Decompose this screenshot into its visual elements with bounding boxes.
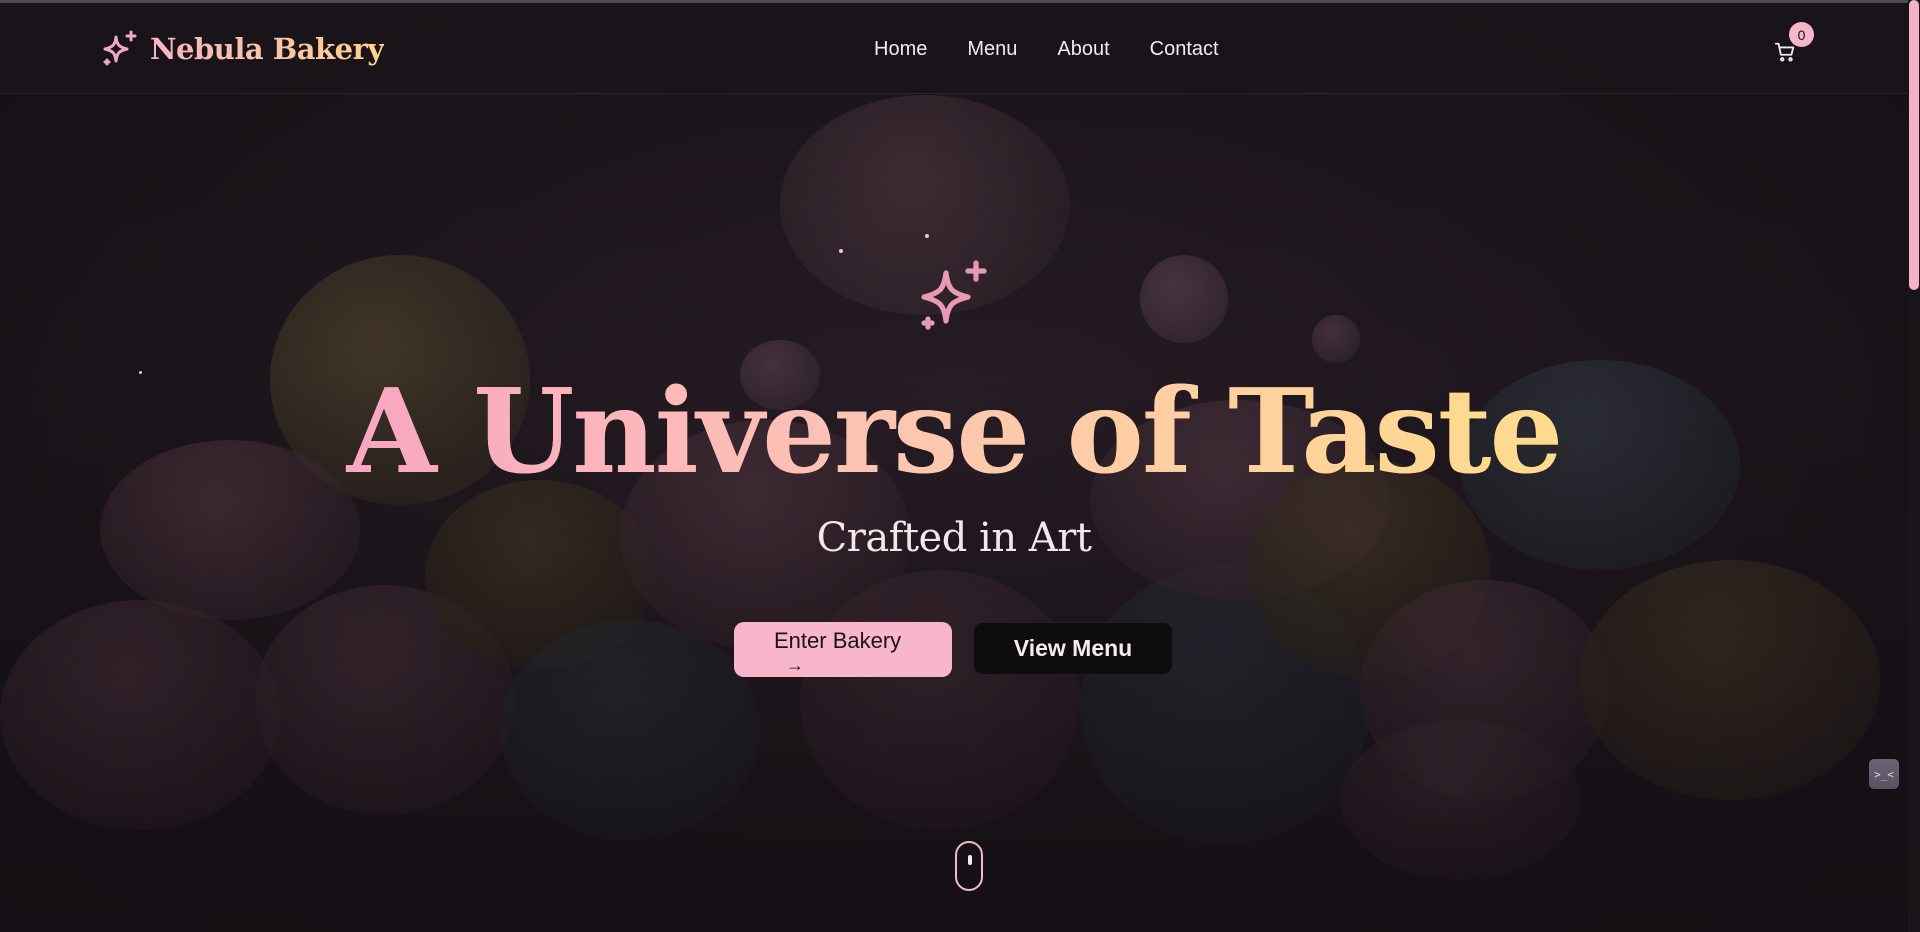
hero-subtitle: Crafted in Art xyxy=(816,515,1092,561)
scrollbar-thumb[interactable] xyxy=(1909,0,1919,290)
enter-bakery-button[interactable]: Enter Bakery → xyxy=(734,622,952,677)
hero-sparkles-icon xyxy=(914,257,994,342)
nav-link-contact[interactable]: Contact xyxy=(1150,38,1219,61)
mouse-icon xyxy=(968,855,972,865)
navbar: Nebula Bakery Home Menu About Contact 0 xyxy=(0,3,1908,94)
brand-name: Nebula Bakery xyxy=(150,32,384,66)
enter-bakery-label: Enter Bakery xyxy=(774,628,902,653)
nav-link-about[interactable]: About xyxy=(1057,38,1109,61)
brand-logo[interactable]: Nebula Bakery xyxy=(100,29,384,69)
arrow-right-icon: → xyxy=(786,655,804,675)
cart-button[interactable] xyxy=(1774,41,1796,63)
hero-title: A Universe of Taste xyxy=(0,368,1908,496)
cart-icon xyxy=(1774,42,1795,62)
hero-title-text: A Universe of Taste xyxy=(346,364,1563,500)
terminal-icon[interactable]: >_< xyxy=(1869,759,1899,789)
sparkles-icon xyxy=(100,29,140,69)
view-menu-button[interactable]: View Menu xyxy=(973,622,1173,675)
nav-link-home[interactable]: Home xyxy=(874,38,927,61)
main-nav: Home Menu About Contact xyxy=(874,38,1219,61)
nav-link-menu[interactable]: Menu xyxy=(967,38,1017,61)
sparkle-dot xyxy=(839,249,843,253)
cart-count-badge: 0 xyxy=(1789,22,1814,47)
scroll-indicator[interactable] xyxy=(955,841,983,891)
sparkle-dot xyxy=(925,234,929,238)
